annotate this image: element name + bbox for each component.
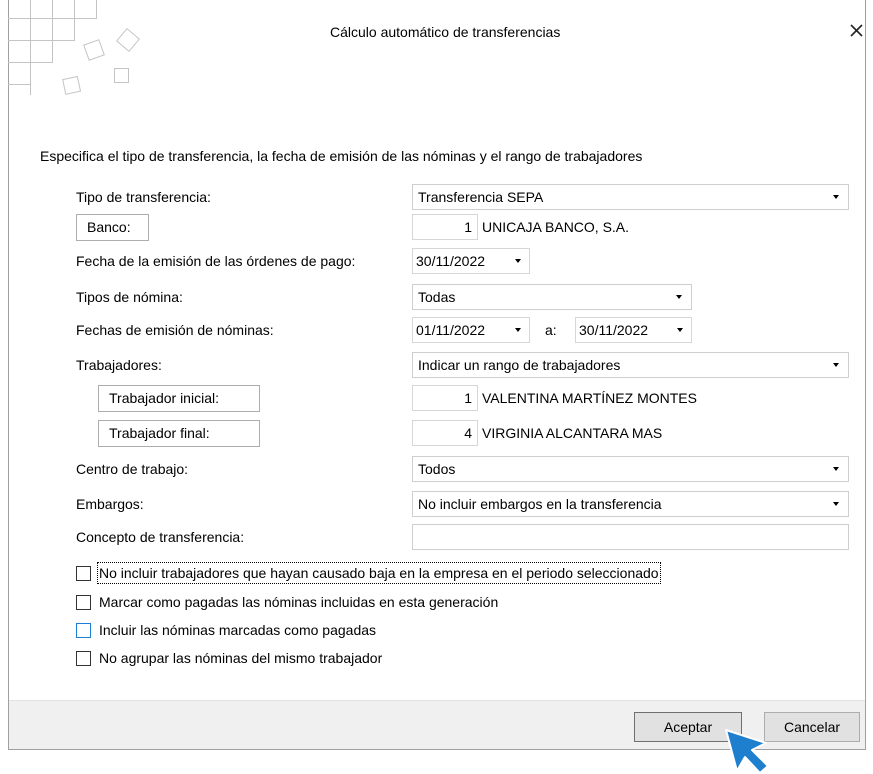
trabajadores-select[interactable]: Indicar un rango de trabajadores [412,352,849,378]
trabajadores-value: Indicar un rango de trabajadores [418,357,621,373]
embargos-label: Embargos: [76,496,144,512]
trabajador-final-name: VIRGINIA ALCANTARA MAS [482,425,663,441]
checkbox-incluir-pagadas[interactable] [76,623,91,638]
instructions-text: Especifica el tipo de transferencia, la … [40,148,643,164]
trabajador-final-button[interactable]: Trabajador final: [98,420,260,447]
tipo-transferencia-value: Transferencia SEPA [418,189,544,205]
centro-trabajo-label: Centro de trabajo: [76,461,189,477]
trabajador-final-code-field[interactable]: 4 [412,420,478,446]
calendar-dropdown-icon[interactable] [515,259,521,263]
mouse-pointer-icon [725,729,769,774]
close-icon[interactable] [849,23,864,38]
fechas-emision-label: Fechas de emisión de nóminas: [76,322,274,338]
checkbox-label-no-agrupar[interactable]: No agrupar las nóminas del mismo trabaja… [99,648,382,668]
embargos-value: No incluir embargos en la transferencia [418,496,662,512]
dropdown-arrow-icon [833,467,839,471]
checkbox-label-no-incluir-bajas[interactable]: No incluir trabajadores que hayan causad… [97,562,661,584]
trabajador-inicial-name: VALENTINA MARTÍNEZ MONTES [482,390,697,406]
banco-code-field[interactable]: 1 [412,214,478,240]
tipo-transferencia-select[interactable]: Transferencia SEPA [412,184,849,210]
centro-trabajo-value: Todos [418,461,456,477]
checkbox-no-agrupar[interactable] [76,651,91,666]
calendar-dropdown-icon[interactable] [677,328,683,332]
concepto-input[interactable] [412,524,849,550]
fecha-hasta-date-picker[interactable]: 30/11/2022 [575,317,692,343]
fecha-ordenes-date-picker[interactable]: 30/11/2022 [412,248,530,274]
tipo-transferencia-label: Tipo de transferencia: [76,189,211,205]
centro-trabajo-select[interactable]: Todos [412,456,849,482]
trabajador-inicial-button[interactable]: Trabajador inicial: [98,385,260,412]
dropdown-arrow-icon [833,195,839,199]
banco-button[interactable]: Banco: [76,214,149,241]
calendar-dropdown-icon[interactable] [515,328,521,332]
banco-name: UNICAJA BANCO, S.A. [482,219,630,235]
tipos-nomina-label: Tipos de nómina: [76,289,183,305]
fecha-ordenes-label: Fecha de la emisión de las órdenes de pa… [76,253,356,269]
fecha-ordenes-value: 30/11/2022 [416,253,486,269]
checkbox-marcar-pagadas[interactable] [76,595,91,610]
checkbox-label-incluir-pagadas[interactable]: Incluir las nóminas marcadas como pagada… [99,620,376,640]
dialog-title: Cálculo automático de transferencias [330,24,561,40]
checkbox-label-marcar-pagadas[interactable]: Marcar como pagadas las nóminas incluida… [99,592,498,612]
cancelar-button[interactable]: Cancelar [764,712,860,742]
trabajadores-label: Trabajadores: [76,357,162,373]
embargos-select[interactable]: No incluir embargos en la transferencia [412,491,849,517]
tipos-nomina-value: Todas [418,289,456,305]
dropdown-arrow-icon [676,295,682,299]
decorative-squares-logo [8,0,140,95]
fecha-range-separator: a: [545,322,557,338]
fecha-hasta-value: 30/11/2022 [579,322,649,338]
fecha-desde-value: 01/11/2022 [416,322,486,338]
dropdown-arrow-icon [833,502,839,506]
tipos-nomina-select[interactable]: Todas [412,284,692,310]
dropdown-arrow-icon [833,363,839,367]
fecha-desde-date-picker[interactable]: 01/11/2022 [412,317,530,343]
checkbox-no-incluir-bajas[interactable] [76,566,91,581]
trabajador-inicial-code-field[interactable]: 1 [412,385,478,411]
concepto-label: Concepto de transferencia: [76,529,245,545]
